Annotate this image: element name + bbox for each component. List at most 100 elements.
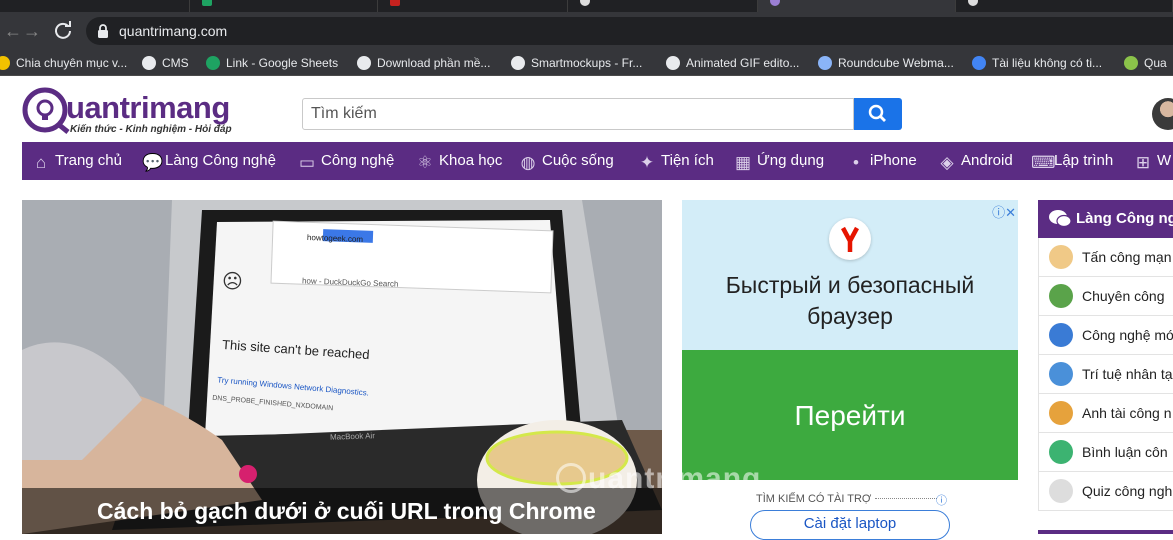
lock-icon: [98, 24, 108, 38]
sidebar-next-heading: [1038, 530, 1173, 534]
sidebar-item-label: Quiz công ngh: [1082, 483, 1173, 499]
ad-cta-label: Перейти: [794, 400, 906, 431]
ad-cta-panel[interactable]: Перейти: [682, 350, 1018, 480]
search-button[interactable]: [854, 98, 902, 130]
site-favicon-icon: [580, 0, 590, 6]
logo-wordmark: uantrimang: [66, 90, 230, 125]
address-bar[interactable]: quantrimang.com: [86, 17, 1173, 45]
sidebar-item-icon: [1049, 479, 1073, 503]
search-box: [302, 98, 854, 130]
browser-tab[interactable]: [956, 0, 1173, 12]
sidebar-item-label: Công nghệ mớ: [1082, 327, 1173, 343]
watermark-text: uantrimang: [588, 462, 762, 495]
sidebar-item-label: Chuyên công: [1082, 288, 1165, 304]
nav-item[interactable]: ▭ Công nghệ: [298, 142, 394, 180]
screen-url-text: howtogeek.com: [306, 233, 364, 244]
sponsor-dotted-rule: [875, 498, 938, 499]
laptop-brand: MacBook Air: [329, 431, 376, 442]
nav-item[interactable]: 💬 Làng Công nghệ: [142, 142, 276, 180]
main-navigation: ⌂ Trang chủ 💬 Làng Công nghệ ▭ Công nghệ ⚛ Khoa…: [22, 142, 1173, 180]
nav-item-label: iPhone: [870, 152, 917, 169]
reload-icon[interactable]: [50, 18, 76, 44]
nav-item-label: Công nghệ: [321, 152, 395, 169]
nav-item-label: Khoa học: [439, 152, 503, 169]
browser-toolbar: ← → quantrimang.com: [0, 12, 1173, 50]
bookmark-label: Smartmockups - Fr...: [531, 56, 643, 70]
browser-tab[interactable]: [378, 0, 568, 12]
sidebar-item-label: Trí tuệ nhân tạ: [1082, 366, 1173, 382]
bookmark-favicon-icon: [0, 56, 10, 70]
sidebar-item[interactable]: Quiz công ngh: [1039, 472, 1173, 511]
bookmarks-bar: Chia chuyên mục v... CMS Link - Google She…: [0, 50, 1173, 76]
bookmark-item[interactable]: Animated GIF edito...: [666, 55, 799, 71]
site-logo[interactable]: uantrimang Kiến thức - Kinh nghiệm - Hỏi…: [22, 86, 242, 138]
forward-arrow-icon[interactable]: →: [19, 18, 45, 44]
nav-item-label: Làng Công nghệ: [165, 152, 276, 169]
browser-tab[interactable]: [190, 0, 378, 12]
sidebar-heading-label: Làng Công ng: [1076, 210, 1173, 227]
sidebar-heading[interactable]: Làng Công ng: [1038, 200, 1173, 238]
sidebar-item[interactable]: Tấn công mạn: [1039, 238, 1173, 277]
search-input[interactable]: [303, 99, 853, 129]
bookmark-item[interactable]: Roundcube Webma...: [818, 55, 954, 71]
search-icon: [868, 104, 886, 122]
bookmark-favicon-icon: [357, 56, 371, 70]
sponsored-search-label: TÌM KIẾM CÓ TÀI TRỢ ⓘ: [756, 492, 947, 508]
monitor-icon: ▭: [298, 153, 316, 172]
nav-item[interactable]: ⚛ Khoa học: [416, 142, 502, 180]
sidebar-item[interactable]: Anh tài công n: [1039, 394, 1173, 433]
nav-item[interactable]: • iPhone: [847, 142, 917, 180]
browser-tab-strip: [0, 0, 1173, 12]
info-icon[interactable]: ⓘ: [936, 492, 947, 508]
sidebar-item[interactable]: Công nghệ mớ: [1039, 316, 1173, 355]
sponsored-link-button[interactable]: Cài đặt laptop: [750, 510, 950, 540]
sidebar-item-icon: [1049, 440, 1073, 464]
logo-tagline: Kiến thức - Kinh nghiệm - Hỏi đáp: [70, 124, 232, 135]
nav-item[interactable]: ◈ Android: [938, 142, 1012, 180]
bookmark-label: Link - Google Sheets: [226, 56, 339, 70]
advertisement[interactable]: Быстрый и безопасный браузер ⓘ✕ Перейти: [682, 200, 1018, 480]
quantrimang-favicon-icon: [770, 0, 780, 6]
bookmark-item[interactable]: Link - Google Sheets: [206, 55, 338, 71]
sidebar-item-icon: [1049, 401, 1073, 425]
bookmark-favicon-icon: [972, 56, 986, 70]
address-url: quantrimang.com: [119, 23, 228, 39]
nav-item-label: Ứng dụng: [757, 152, 825, 169]
bookmark-item[interactable]: Tài liệu không có ti...: [972, 55, 1102, 71]
browser-tab-active[interactable]: [758, 0, 956, 12]
bookmark-label: Tài liệu không có ti...: [992, 56, 1103, 70]
nav-item[interactable]: ⊞ W: [1134, 142, 1171, 180]
ad-top-panel: Быстрый и безопасный браузер ⓘ✕: [682, 200, 1018, 350]
sidebar-list: Tấn công mạn Chuyên công Công nghệ mớ Trí t…: [1038, 238, 1173, 511]
svg-text:☹: ☹: [222, 271, 243, 293]
globe-icon: ◍: [520, 153, 536, 172]
code-icon: ⌨: [1031, 153, 1056, 172]
nav-item[interactable]: ◍ Cuộc sống: [519, 142, 614, 180]
watermark: uantrimang: [556, 462, 761, 496]
bookmark-label: Qua: [1144, 56, 1167, 70]
nav-item[interactable]: ✦ Tiện ích: [638, 142, 714, 180]
browser-tab[interactable]: [568, 0, 758, 12]
calendar-favicon-icon: [390, 0, 400, 6]
sidebar-item[interactable]: Trí tuệ nhân tạ: [1039, 355, 1173, 394]
sidebar-item[interactable]: Bình luận côn: [1039, 433, 1173, 472]
bookmark-item[interactable]: CMS: [142, 55, 189, 71]
apps-grid-icon: ▦: [734, 153, 752, 172]
bookmark-label: CMS: [162, 56, 189, 70]
bookmark-item[interactable]: Download phần mề...: [357, 55, 490, 71]
nav-item[interactable]: ⌨Lập trình: [1031, 142, 1113, 180]
ad-headline: Быстрый и безопасный браузер: [725, 272, 975, 329]
user-avatar[interactable]: [1152, 98, 1173, 130]
sidebar-item[interactable]: Chuyên công: [1039, 277, 1173, 316]
nav-item-label: Lập trình: [1054, 152, 1114, 169]
nav-item-label: Trang chủ: [55, 152, 122, 169]
browser-tab[interactable]: [0, 0, 190, 12]
bookmark-item[interactable]: Qua: [1124, 55, 1167, 71]
ad-choices-icon[interactable]: ⓘ✕: [992, 202, 1016, 221]
atom-icon: ⚛: [417, 153, 433, 172]
bookmark-item[interactable]: Smartmockups - Fr...: [511, 55, 642, 71]
nav-item[interactable]: ⌂ Trang chủ: [32, 142, 122, 180]
bookmark-item[interactable]: Chia chuyên mục v...: [0, 55, 127, 71]
nav-item[interactable]: ▦ Ứng dụng: [734, 142, 824, 180]
apple-icon: •: [853, 153, 859, 172]
